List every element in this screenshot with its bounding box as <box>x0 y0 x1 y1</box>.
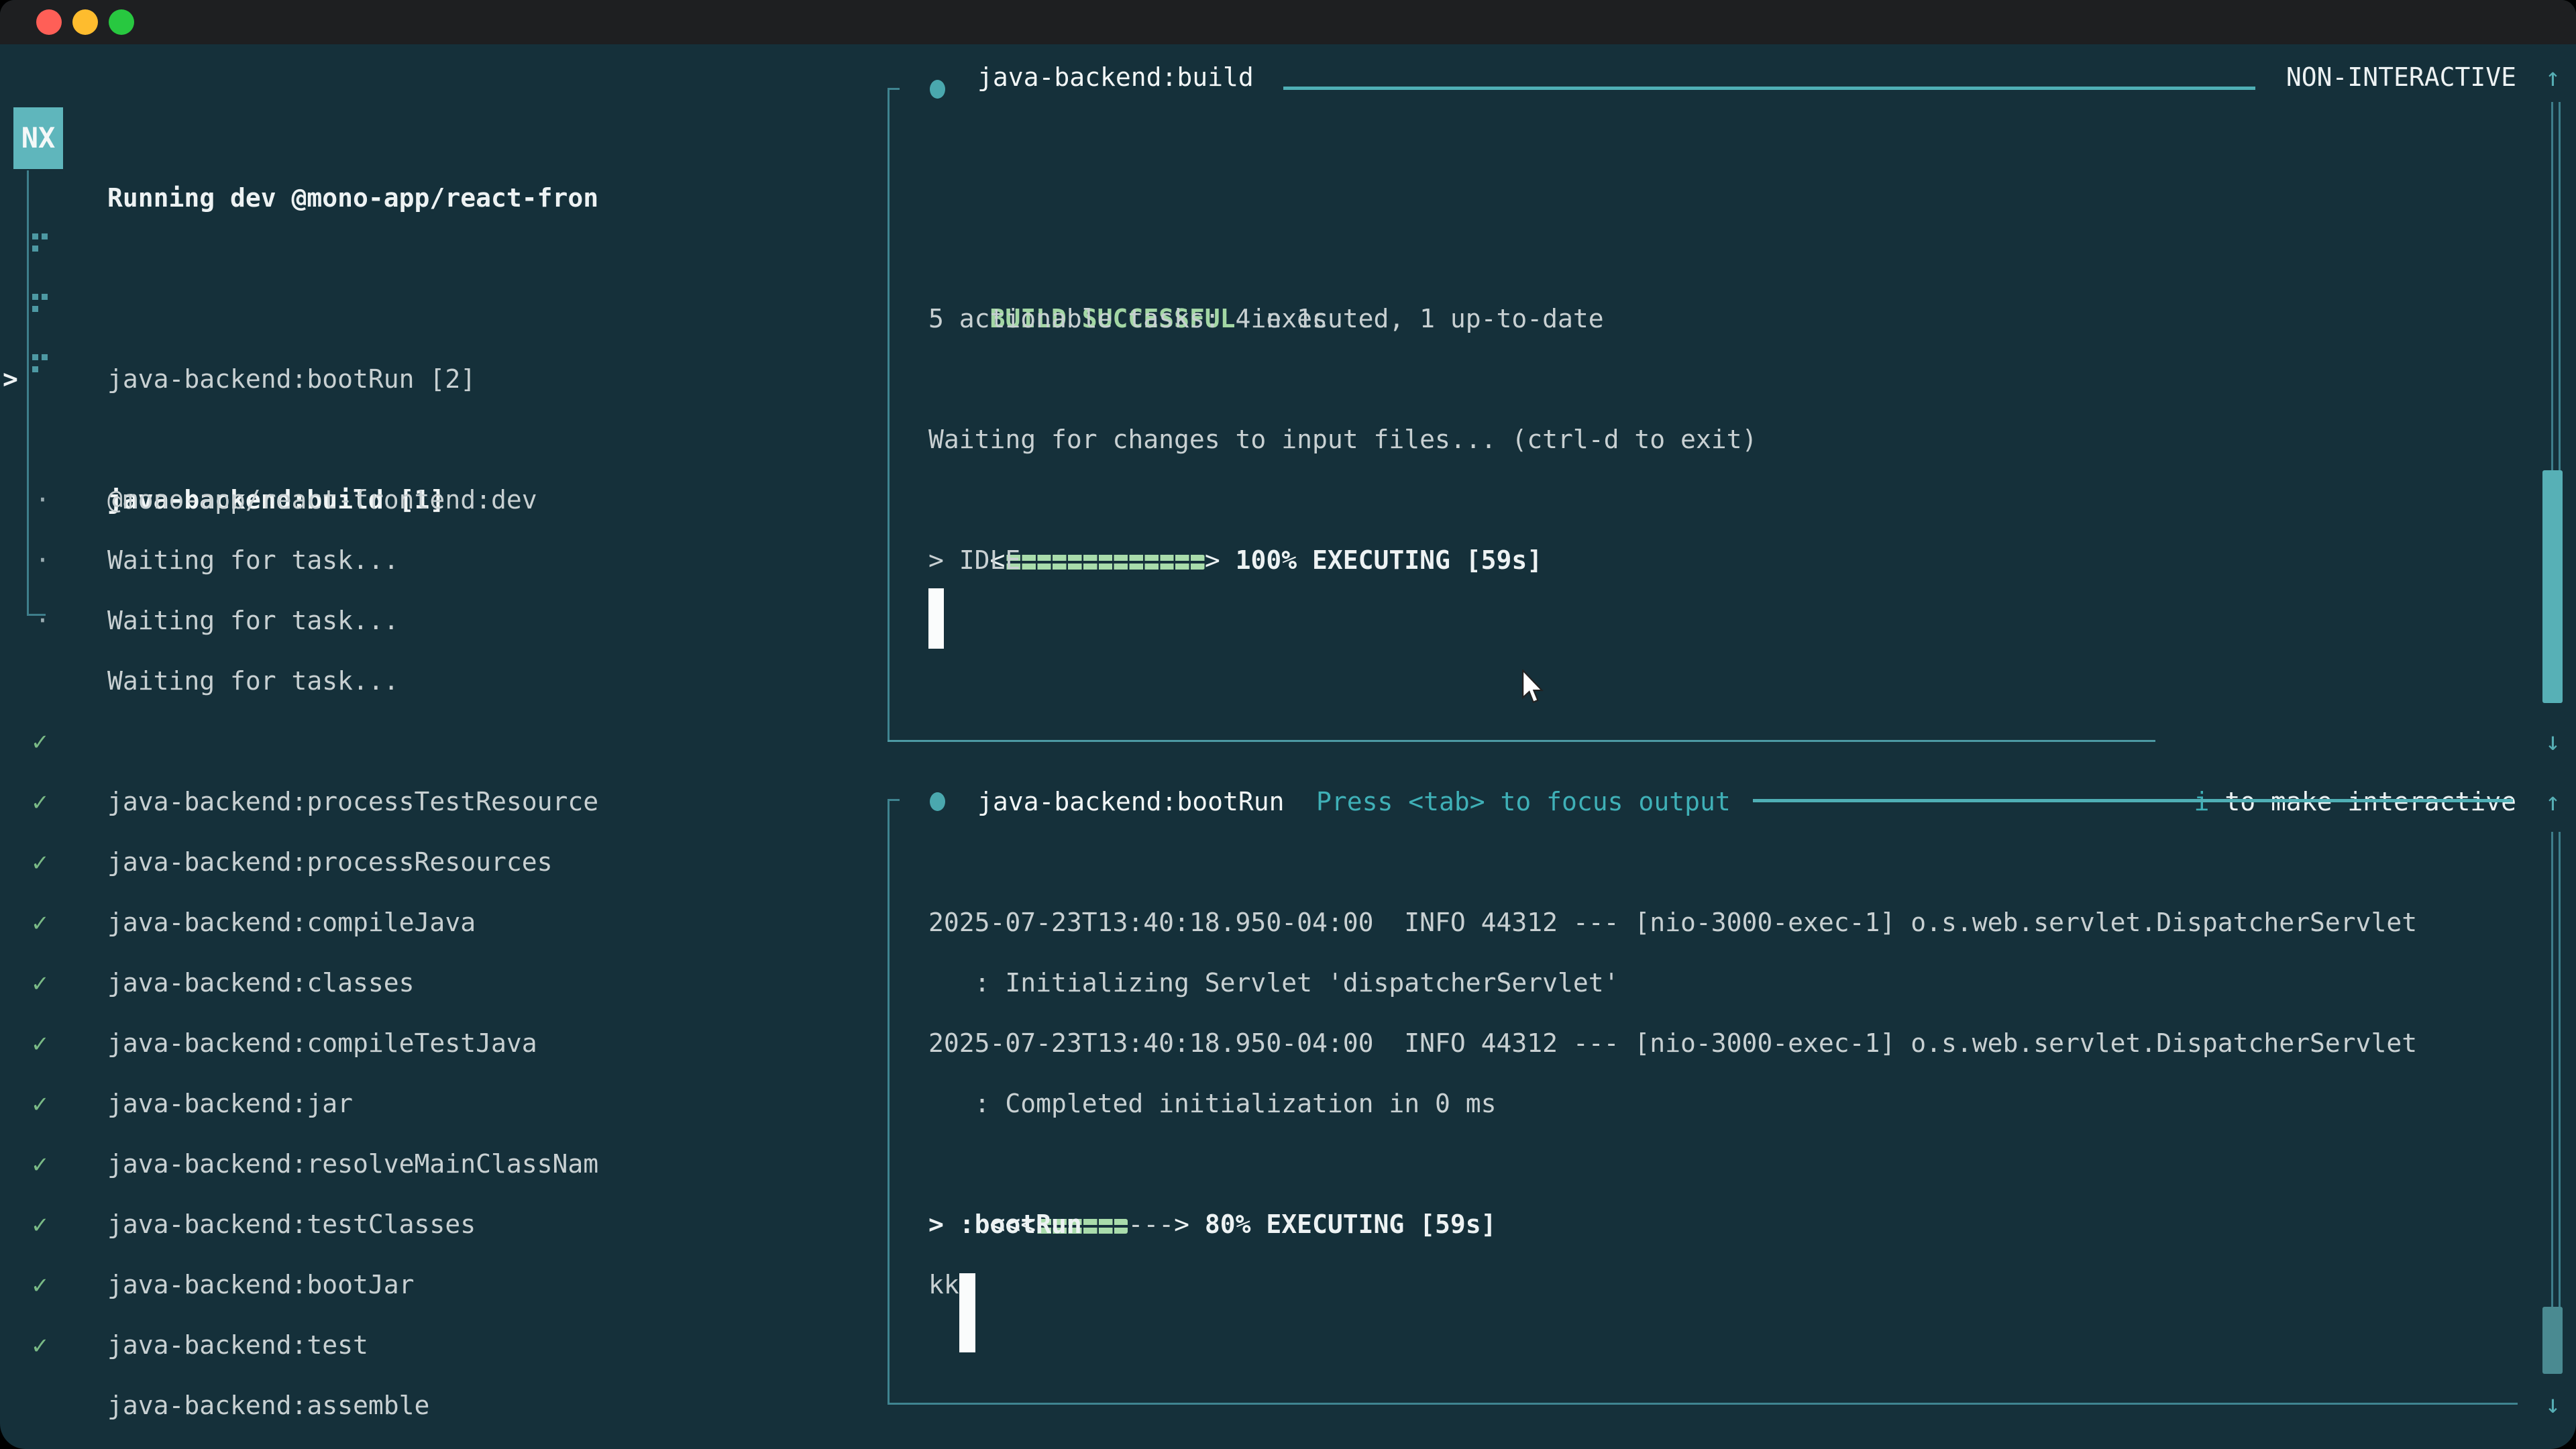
build-panel-title-line <box>1283 87 2255 90</box>
check-icon: ✓ <box>32 1315 48 1375</box>
task-row-bootrun[interactable]: java-backend:bootRun [2] Continuous <box>0 228 879 288</box>
task-row-waiting: · Waiting for task... <box>0 409 879 470</box>
build-scrollbar-thumb[interactable] <box>2542 470 2563 703</box>
scroll-down-icon[interactable]: ↓ <box>2545 711 2561 771</box>
waiting-changes-line: Waiting for changes to input files... (c… <box>928 409 1757 470</box>
build-panel-bottom-border <box>888 740 2155 742</box>
titlebar <box>0 0 2576 44</box>
bootrun-prompt: > :bootRun <box>928 1194 1082 1254</box>
progress-close-bracket: > <box>1205 545 1220 575</box>
bootrun-scrollbar-thumb[interactable] <box>2542 1307 2563 1374</box>
log-line: 2025-07-23T13:40:18.950-04:00 INFO 44312… <box>928 892 2417 953</box>
build-scrollbar-track[interactable] <box>2551 102 2561 470</box>
build-progress-line: <=============> 100% EXECUTING [59s] <box>928 470 1542 530</box>
task-row-waiting: · Waiting for task... <box>0 470 879 530</box>
bootrun-scrollbar-track[interactable] <box>2551 832 2561 1307</box>
task-name: Waiting for task... <box>107 590 399 651</box>
idle-prompt: > IDLE <box>928 530 1020 590</box>
bootrun-panel-left-border <box>888 799 890 1403</box>
log-line: : Completed initialization in 0 ms <box>928 1073 1496 1134</box>
terminal-cursor <box>928 588 944 649</box>
non-interactive-badge: NON-INTERACTIVE <box>2286 47 2516 107</box>
task-row-waiting: · Waiting for task... <box>0 530 879 590</box>
bootrun-panel-bottom-border <box>888 1403 2518 1405</box>
progress-dashes: --- <box>1128 1210 1174 1239</box>
progress-bar-fill: ============= <box>1005 555 1204 570</box>
log-line: : Initializing Servlet 'dispatcherServle… <box>928 953 1619 1013</box>
traffic-light-minimize-icon[interactable] <box>72 9 98 35</box>
task-row-frontend-dev[interactable]: @mono-app/react-frontend:dev Continuous <box>0 349 879 409</box>
bootrun-panel-title-line <box>1753 799 2513 802</box>
traffic-light-close-icon[interactable] <box>36 9 62 35</box>
task-row-completed[interactable]: ✓ java-backend:processTestResource 889ms <box>0 651 879 711</box>
focus-output-hint: Press <tab> to focus output <box>1316 771 1731 832</box>
progress-close-bracket: > <box>1174 1210 1189 1239</box>
task-row-completed[interactable]: ✓ java-backend:testClasses 1.3s <box>0 1073 879 1134</box>
sidebar-title: Running dev @mono-app/react-fron <box>107 168 598 228</box>
task-row-build-selected[interactable]: > java-backend:build [1] Continuous <box>0 288 879 349</box>
scroll-up-icon[interactable]: ↑ <box>2545 47 2561 107</box>
build-panel-left-border <box>888 88 890 740</box>
terminal-cursor <box>959 1273 975 1352</box>
task-row-completed[interactable]: ✓ java-backend:resolveMainClassNam 1.5s <box>0 1013 879 1073</box>
sidebar-header: Running dev @mono-app/react-fron Duratio… <box>0 107 879 168</box>
task-row-completed[interactable]: ✓ java-backend:compileTestJava 808ms <box>0 892 879 953</box>
task-row-completed[interactable]: ✓ java-backend:jar 1.4s <box>0 953 879 1013</box>
interactive-hint: i to make interactive <box>2133 711 2516 771</box>
traffic-light-zoom-icon[interactable] <box>109 9 134 35</box>
build-status-line: BUILD SUCCESSFUL in 1s <box>928 228 1328 288</box>
task-row-completed[interactable]: ✓ java-backend:processResources 1.0s <box>0 711 879 771</box>
pagination: ← 1/2 → <box>23 1375 192 1436</box>
tasks-summary-line: 5 actionable tasks: 4 executed, 1 up-to-… <box>928 288 1604 349</box>
spinner-icon <box>32 349 52 409</box>
task-row-completed[interactable]: ✓ java-backend:compileJava 4.3s <box>0 771 879 832</box>
terminal-window: NX Running dev @mono-app/react-fron Dura… <box>0 0 2576 1449</box>
progress-label: 80% EXECUTING [59s] <box>1189 1210 1497 1239</box>
pending-dot-icon: · <box>35 590 50 651</box>
mouse-cursor-icon <box>1519 669 1546 708</box>
build-panel-title: java-backend:build <box>977 47 1254 107</box>
task-row-completed[interactable]: ✓ java-backend:bootJar 1.1s <box>0 1134 879 1194</box>
panel-bullet-icon <box>930 80 945 99</box>
bootrun-progress-line: <<<======---> 80% EXECUTING [59s] <box>928 1134 1497 1194</box>
bootrun-panel-title: java-backend:bootRun <box>977 771 1285 832</box>
task-row-completed[interactable]: ✓ java-backend:test 734ms <box>0 1194 879 1254</box>
task-row-completed[interactable]: ✓ java-backend:classes 1.1s <box>0 832 879 892</box>
scroll-down-icon[interactable]: ↓ <box>2545 1374 2561 1434</box>
progress-label: 100% EXECUTING [59s] <box>1220 545 1542 575</box>
task-name: java-backend:test <box>107 1315 368 1375</box>
log-line: 2025-07-23T13:40:18.950-04:00 INFO 44312… <box>928 1013 2417 1073</box>
terminal-input-text[interactable]: kk <box>928 1254 959 1315</box>
spinner-icon <box>32 288 52 349</box>
task-row-completed[interactable]: ✓ java-backend:assemble 774ms <box>0 1254 879 1315</box>
spinner-icon <box>32 228 52 288</box>
scroll-up-icon[interactable]: ↑ <box>2545 771 2561 832</box>
panel-bullet-icon <box>930 792 945 811</box>
keyboard-shortcuts: quit: q help: ? <box>545 1375 852 1436</box>
